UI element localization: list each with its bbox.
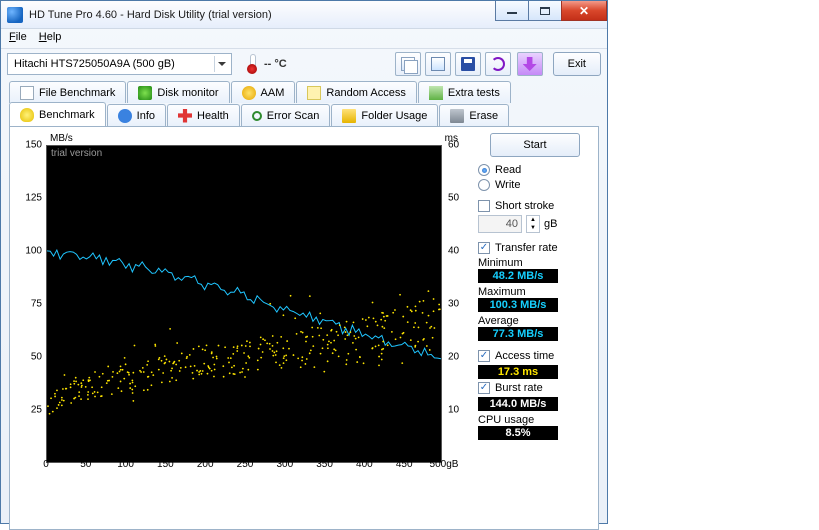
drive-dropdown[interactable]: Hitachi HTS725050A9A (500 gB) [7,53,232,75]
refresh-button[interactable] [485,52,511,76]
short-stroke-spinner[interactable]: ▲▼ [526,215,540,233]
short-stroke-label: Short stroke [495,200,554,212]
tab-disk-monitor[interactable]: Disk monitor [127,81,229,103]
x-axis: 050100150200250300350400450500gB [46,459,444,473]
tab-extra-tests[interactable]: Extra tests [418,81,511,103]
access-time-label: Access time [495,350,554,362]
copy-info-button[interactable] [395,52,421,76]
folder-icon [342,109,356,123]
short-stroke-input [478,215,522,233]
burst-rate-check[interactable] [478,382,490,394]
bulb-icon [20,108,34,122]
access-time-check[interactable] [478,350,490,362]
menu-help[interactable]: Help [39,31,62,46]
exit-button[interactable]: Exit [553,52,601,76]
save-button[interactable] [455,52,481,76]
burst-rate-value: 144.0 MB/s [478,397,558,411]
transfer-rate-label: Transfer rate [495,242,558,254]
tab-folder-usage[interactable]: Folder Usage [331,104,438,126]
window-title: HD Tune Pro 4.60 - Hard Disk Utility (tr… [29,9,272,21]
maximize-button[interactable] [528,1,562,21]
temperature-value: -- °C [264,58,287,70]
benchmark-controls: Start Read Write Short stroke ▲▼ gB Tran… [470,133,592,525]
cpu-usage-label: CPU usage [478,414,592,426]
app-window: HD Tune Pro 4.60 - Hard Disk Utility (tr… [0,0,608,524]
tab-health[interactable]: Health [167,104,240,126]
download-button[interactable] [517,52,543,76]
cpu-usage-value: 8.5% [478,426,558,440]
tabs-secondary: File Benchmark Disk monitor AAM Random A… [1,79,607,103]
average-value: 77.3 MB/s [478,327,558,341]
health-icon [178,109,192,123]
tab-aam[interactable]: AAM [231,81,296,103]
title-bar[interactable]: HD Tune Pro 4.60 - Hard Disk Utility (tr… [1,1,607,29]
speaker-icon [242,86,256,100]
write-label: Write [495,179,520,191]
close-button[interactable]: ✕ [561,1,607,21]
chart-area: MB/s ms 150125100755025 605040302010 tri… [16,133,470,525]
info-icon [118,109,132,123]
y-right-axis: 605040302010 [444,133,470,463]
read-radio[interactable] [478,164,490,176]
tab-random-access[interactable]: Random Access [296,81,416,103]
benchmark-panel: MB/s ms 150125100755025 605040302010 tri… [9,126,599,530]
benchmark-plot: trial version [46,145,442,463]
thermometer-icon [242,53,262,75]
chevron-down-icon [214,56,228,72]
tab-benchmark[interactable]: Benchmark [9,102,106,126]
tab-info[interactable]: Info [107,104,166,126]
file-icon [20,86,34,100]
tab-error-scan[interactable]: Error Scan [241,104,331,126]
minimum-value: 48.2 MB/s [478,269,558,283]
menu-file[interactable]: File [9,31,27,46]
access-time-value: 17.3 ms [478,365,558,379]
toolbar: Hitachi HTS725050A9A (500 gB) -- °C Exit [1,49,607,79]
y-left-axis: 150125100755025 [16,133,46,463]
read-label: Read [495,164,521,176]
short-stroke-unit: gB [544,218,557,230]
start-button[interactable]: Start [490,133,580,157]
app-icon [7,7,23,23]
magnifier-icon [252,111,262,121]
average-label: Average [478,315,592,327]
monitor-icon [138,86,152,100]
burst-rate-label: Burst rate [495,382,543,394]
copy-screenshot-button[interactable] [425,52,451,76]
tests-icon [429,86,443,100]
short-stroke-check[interactable] [478,200,490,212]
write-radio[interactable] [478,179,490,191]
trial-watermark: trial version [51,148,102,159]
maximum-value: 100.3 MB/s [478,298,558,312]
menu-bar: File Help [1,29,607,49]
tab-erase[interactable]: Erase [439,104,509,126]
trash-icon [450,109,464,123]
maximum-label: Maximum [478,286,592,298]
drive-label: Hitachi HTS725050A9A (500 gB) [14,58,175,70]
minimize-button[interactable] [495,1,529,21]
random-icon [307,86,321,100]
tab-file-benchmark[interactable]: File Benchmark [9,81,126,103]
y-left-unit: MB/s [50,133,73,144]
transfer-rate-check[interactable] [478,242,490,254]
tabs-primary: Benchmark Info Health Error Scan Folder … [1,102,607,126]
minimum-label: Minimum [478,257,592,269]
